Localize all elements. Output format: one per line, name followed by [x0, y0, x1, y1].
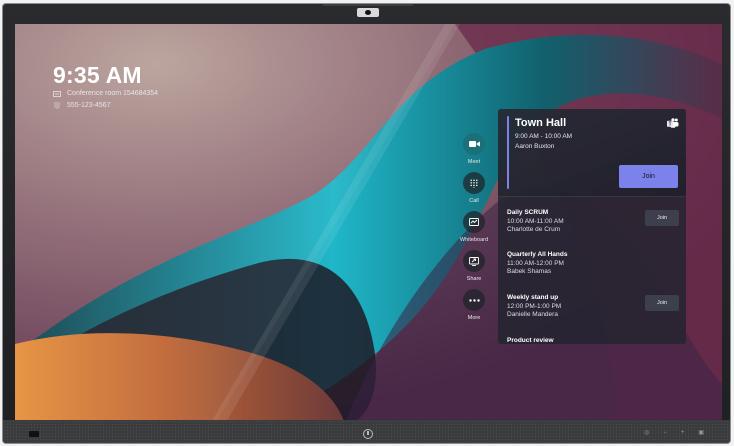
room-row: Conference room 154684354	[53, 90, 158, 97]
meeting-item[interactable]: Product review	[507, 337, 679, 344]
whiteboard-icon	[463, 211, 485, 233]
more-button[interactable]: More	[454, 289, 494, 321]
meeting-host: Babek Shamas	[507, 268, 552, 275]
video-camera-icon	[463, 133, 485, 155]
meeting-host: Danielle Mandera	[507, 311, 558, 318]
meeting-host: Charlotte de Crum	[507, 226, 561, 233]
top-edge	[323, 4, 413, 6]
volume-up-icon[interactable]: +	[681, 429, 685, 437]
call-label: Call	[469, 198, 479, 204]
whiteboard-label: Whiteboard	[459, 237, 489, 243]
dialpad-icon	[463, 172, 485, 194]
meeting-time: 11:00 AM-12:00 PM	[507, 260, 564, 267]
volume-down-icon[interactable]: −	[663, 429, 667, 437]
featured-meeting-title: Town Hall	[515, 117, 567, 129]
usb-port	[29, 431, 39, 437]
join-daily-scrum-button[interactable]: Join	[645, 210, 679, 226]
meeting-accent-bar	[507, 116, 509, 189]
more-horizontal-icon	[463, 289, 485, 311]
meeting-item[interactable]: Quarterly All Hands 11:00 AM-12:00 PM Ba…	[507, 251, 679, 275]
meetings-panel: Town Hall 9:00 AM - 10:00 AM Aaron Buxto…	[498, 109, 686, 344]
meeting-title: Product review	[507, 337, 554, 344]
power-icon[interactable]	[363, 429, 373, 439]
svg-text:T: T	[668, 121, 671, 127]
clock-time: 9:35 AM	[53, 62, 142, 88]
call-button[interactable]: Call	[454, 172, 494, 204]
phone-row: 555-123-4567	[53, 102, 111, 109]
meet-button[interactable]: Meet	[454, 133, 494, 165]
meet-label: Meet	[467, 159, 481, 165]
meeting-item[interactable]: Daily SCRUM 10:00 AM-11:00 AM Charlotte …	[507, 209, 679, 233]
room-icon	[53, 90, 61, 97]
featured-meeting-time: 9:00 AM - 10:00 AM	[515, 133, 573, 140]
whiteboard-button[interactable]: Whiteboard	[454, 211, 494, 243]
room-name: Conference room 154684354	[67, 90, 159, 97]
screen: 9:35 AM Conference room 154684354 555-12…	[15, 24, 722, 424]
input-source-icon[interactable]: ▣	[698, 429, 704, 437]
teams-display-device: 9:35 AM Conference room 154684354 555-12…	[2, 3, 731, 444]
teams-logo-icon: T	[667, 117, 679, 129]
share-label: Share	[466, 276, 482, 282]
share-screen-icon	[463, 250, 485, 272]
phone-number: 555-123-4567	[67, 102, 111, 109]
privacy-icon[interactable]: ◎	[644, 429, 649, 437]
featured-meeting[interactable]: Town Hall 9:00 AM - 10:00 AM Aaron Buxto…	[498, 109, 686, 197]
meeting-title: Quarterly All Hands	[507, 251, 568, 258]
featured-meeting-host: Aaron Buxton	[515, 143, 555, 150]
share-button[interactable]: Share	[454, 250, 494, 282]
meeting-item[interactable]: Weekly stand up 12:00 PM-1:00 PM Daniell…	[507, 294, 679, 318]
dialpad-icon	[53, 102, 61, 109]
join-town-hall-button[interactable]: Join	[619, 165, 678, 188]
hardware-buttons: ◎ − + ▣	[644, 429, 704, 437]
camera-icon	[357, 8, 379, 17]
more-label: More	[467, 315, 481, 321]
join-weekly-stand-up-button[interactable]: Join	[645, 295, 679, 311]
speaker-grille: ◎ − + ▣	[3, 420, 730, 443]
